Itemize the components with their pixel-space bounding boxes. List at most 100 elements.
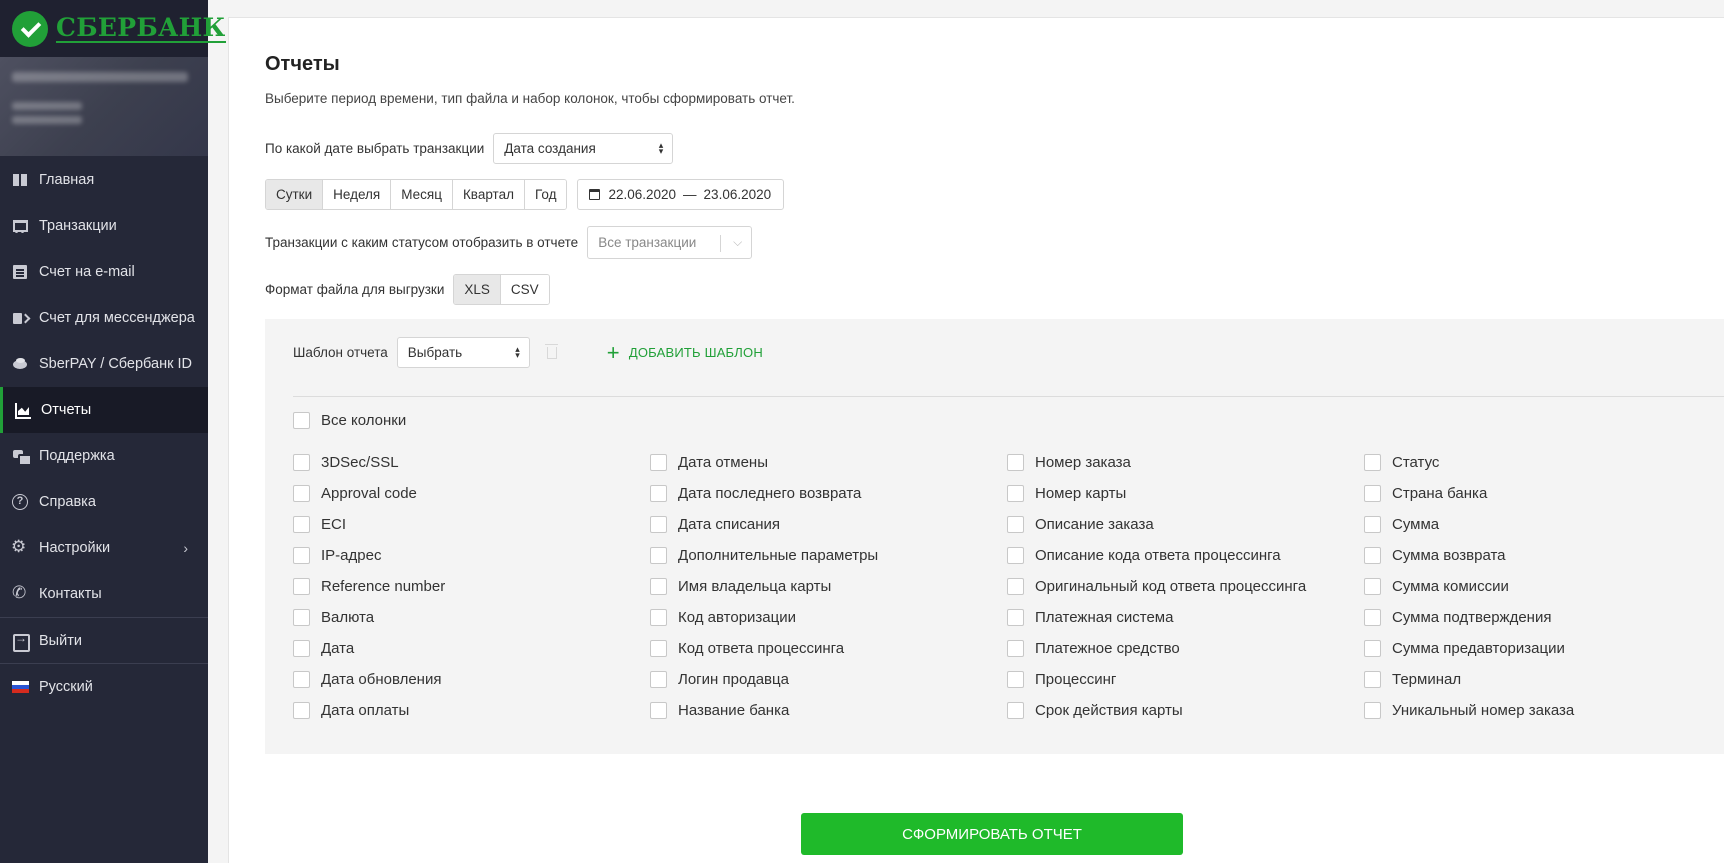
checkbox-box[interactable] xyxy=(293,671,310,688)
column-checkbox[interactable]: Процессинг xyxy=(1007,664,1306,695)
sidebar-item-logout[interactable]: Выйти xyxy=(0,617,208,663)
column-checkbox[interactable]: Валюта xyxy=(293,602,445,633)
checkbox-box[interactable] xyxy=(293,640,310,657)
checkbox-box[interactable] xyxy=(650,671,667,688)
column-checkbox[interactable]: Дата отмены xyxy=(650,447,878,478)
column-checkbox[interactable]: Сумма xyxy=(1364,509,1574,540)
checkbox-box[interactable] xyxy=(1364,516,1381,533)
checkbox-box[interactable] xyxy=(650,702,667,719)
period-day-button[interactable]: Сутки xyxy=(266,180,324,209)
checkbox-box[interactable] xyxy=(1364,454,1381,471)
checkbox-box[interactable] xyxy=(1007,454,1024,471)
column-checkbox[interactable]: Платежное средство xyxy=(1007,633,1306,664)
checkbox-box[interactable] xyxy=(650,578,667,595)
column-checkbox[interactable]: Дата оплаты xyxy=(293,695,445,726)
checkbox-box[interactable] xyxy=(293,412,310,429)
sidebar-item-messenger-invoice[interactable]: Счет для мессенджера xyxy=(0,295,208,341)
column-checkbox[interactable]: Описание кода ответа процессинга xyxy=(1007,540,1306,571)
checkbox-box[interactable] xyxy=(1007,609,1024,626)
date-type-select[interactable]: Дата создания ▴ ▾ xyxy=(493,133,674,164)
column-checkbox[interactable]: Статус xyxy=(1364,447,1574,478)
generate-report-button[interactable]: СФОРМИРОВАТЬ ОТЧЕТ xyxy=(801,813,1183,855)
sidebar-item-sberpay[interactable]: SberPAY / Сбербанк ID xyxy=(0,341,208,387)
checkbox-box[interactable] xyxy=(1007,547,1024,564)
column-checkbox[interactable]: Имя владельца карты xyxy=(650,571,878,602)
checkbox-box[interactable] xyxy=(293,485,310,502)
column-checkbox[interactable]: Уникальный номер заказа xyxy=(1364,695,1574,726)
checkbox-box[interactable] xyxy=(293,609,310,626)
column-checkbox[interactable]: Сумма возврата xyxy=(1364,540,1574,571)
checkbox-box[interactable] xyxy=(1364,609,1381,626)
column-checkbox[interactable]: Код ответа процессинга xyxy=(650,633,878,664)
sidebar-item-settings[interactable]: Настройки › xyxy=(0,525,208,571)
column-checkbox[interactable]: Сумма подтверждения xyxy=(1364,602,1574,633)
column-checkbox[interactable]: Дата последнего возврата xyxy=(650,478,878,509)
checkbox-box[interactable] xyxy=(1007,578,1024,595)
checkbox-box[interactable] xyxy=(650,454,667,471)
logo[interactable]: СБЕРБАНК xyxy=(0,0,226,57)
column-checkbox[interactable]: Срок действия карты xyxy=(1007,695,1306,726)
trash-icon[interactable] xyxy=(544,343,558,359)
column-checkbox[interactable]: Номер карты xyxy=(1007,478,1306,509)
period-week-button[interactable]: Неделя xyxy=(323,180,392,209)
checkbox-box[interactable] xyxy=(1007,702,1024,719)
account-info[interactable] xyxy=(0,57,208,156)
checkbox-box[interactable] xyxy=(1364,702,1381,719)
checkbox-box[interactable] xyxy=(293,547,310,564)
format-xls-button[interactable]: XLS xyxy=(454,275,501,304)
column-checkbox[interactable]: Reference number xyxy=(293,571,445,602)
period-month-button[interactable]: Месяц xyxy=(391,180,453,209)
sidebar-item-language[interactable]: Русский xyxy=(0,663,208,709)
checkbox-box[interactable] xyxy=(1007,485,1024,502)
column-checkbox[interactable]: Approval code xyxy=(293,478,445,509)
column-checkbox[interactable]: 3DSec/SSL xyxy=(293,447,445,478)
checkbox-box[interactable] xyxy=(650,516,667,533)
sidebar-item-email-invoice[interactable]: Счет на e-mail xyxy=(0,249,208,295)
template-select[interactable]: Выбрать ▴ ▾ xyxy=(396,337,530,368)
sidebar-item-transactions[interactable]: Транзакции xyxy=(0,203,208,249)
checkbox-box[interactable] xyxy=(1364,640,1381,657)
sidebar-item-contacts[interactable]: Контакты xyxy=(0,571,208,617)
column-checkbox[interactable]: Сумма предавторизации xyxy=(1364,633,1574,664)
column-checkbox[interactable]: Платежная система xyxy=(1007,602,1306,633)
checkbox-box[interactable] xyxy=(650,640,667,657)
column-checkbox[interactable]: Дополнительные параметры xyxy=(650,540,878,571)
column-checkbox[interactable]: Номер заказа xyxy=(1007,447,1306,478)
checkbox-box[interactable] xyxy=(1007,640,1024,657)
checkbox-box[interactable] xyxy=(650,609,667,626)
column-checkbox[interactable]: Описание заказа xyxy=(1007,509,1306,540)
column-checkbox[interactable]: Дата списания xyxy=(650,509,878,540)
checkbox-box[interactable] xyxy=(1007,516,1024,533)
period-year-button[interactable]: Год xyxy=(524,180,567,209)
date-range-picker[interactable]: 22.06.2020 — 23.06.2020 xyxy=(577,179,785,210)
sidebar-item-home[interactable]: Главная xyxy=(0,157,208,203)
checkbox-box[interactable] xyxy=(1364,578,1381,595)
column-checkbox[interactable]: Код авторизации xyxy=(650,602,878,633)
column-checkbox[interactable]: Дата обновления xyxy=(293,664,445,695)
checkbox-box[interactable] xyxy=(1364,485,1381,502)
format-csv-button[interactable]: CSV xyxy=(500,275,549,304)
column-checkbox[interactable]: Сумма комиссии xyxy=(1364,571,1574,602)
column-checkbox[interactable]: Логин продавца xyxy=(650,664,878,695)
checkbox-box[interactable] xyxy=(650,485,667,502)
checkbox-box[interactable] xyxy=(650,547,667,564)
column-checkbox[interactable]: IP-адрес xyxy=(293,540,445,571)
column-checkbox[interactable]: Дата xyxy=(293,633,445,664)
column-checkbox[interactable]: ECI xyxy=(293,509,445,540)
status-select[interactable]: Все транзакции ⌵ xyxy=(587,226,753,259)
checkbox-all-columns[interactable]: Все колонки xyxy=(293,412,406,429)
column-checkbox[interactable]: Терминал xyxy=(1364,664,1574,695)
column-checkbox[interactable]: Страна банка xyxy=(1364,478,1574,509)
checkbox-box[interactable] xyxy=(1007,671,1024,688)
column-checkbox[interactable]: Оригинальный код ответа процессинга xyxy=(1007,571,1306,602)
checkbox-box[interactable] xyxy=(1364,671,1381,688)
add-template-button[interactable]: + ДОБАВИТЬ ШАБЛОН xyxy=(607,341,763,363)
sidebar-item-support[interactable]: Поддержка xyxy=(0,433,208,479)
checkbox-box[interactable] xyxy=(293,702,310,719)
sidebar-item-help[interactable]: Справка xyxy=(0,479,208,525)
checkbox-box[interactable] xyxy=(293,516,310,533)
checkbox-box[interactable] xyxy=(1364,547,1381,564)
column-checkbox[interactable]: Название банка xyxy=(650,695,878,726)
checkbox-box[interactable] xyxy=(293,454,310,471)
period-quarter-button[interactable]: Квартал xyxy=(452,180,525,209)
